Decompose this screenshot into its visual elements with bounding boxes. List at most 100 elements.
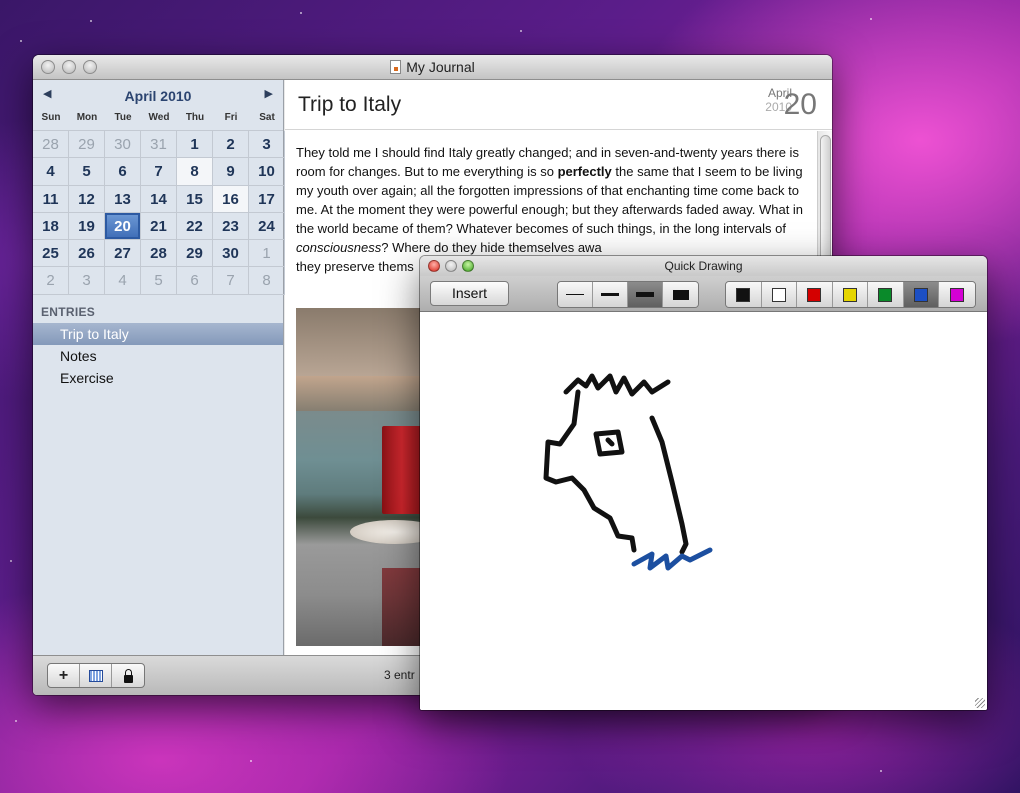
quick-drawing-window: Quick Drawing Insert bbox=[420, 256, 987, 710]
calendar-day[interactable]: 31 bbox=[141, 131, 177, 159]
swatch-green bbox=[878, 287, 893, 302]
scrollbar-thumb[interactable] bbox=[820, 135, 831, 265]
drawing-toolbar: Insert bbox=[420, 276, 987, 312]
calendar-day[interactable]: 30 bbox=[213, 240, 249, 268]
add-entry-button[interactable]: + bbox=[48, 664, 80, 687]
calendar-grid: 28 29 30 31 1 2 3 4 5 6 7 8 9 10 11 12 13 14 15 16 17 18 19 20 2… bbox=[33, 130, 285, 295]
calendar-day[interactable]: 14 bbox=[141, 185, 177, 213]
bottom-button-group: + bbox=[47, 663, 145, 688]
star-dot bbox=[880, 770, 882, 772]
calendar-day[interactable]: 17 bbox=[249, 185, 285, 213]
calendar-day[interactable]: 3 bbox=[69, 267, 105, 295]
star-dot bbox=[15, 720, 17, 722]
calendar-day[interactable]: 1 bbox=[249, 240, 285, 268]
entry-item-exercise[interactable]: Exercise bbox=[33, 367, 283, 389]
calendar-day[interactable]: 25 bbox=[33, 240, 69, 268]
calendar-day[interactable]: 22 bbox=[177, 212, 213, 241]
entry-date-day: 20 bbox=[783, 88, 817, 121]
calendar-day[interactable]: 6 bbox=[177, 267, 213, 295]
calendar-day[interactable]: 8 bbox=[249, 267, 285, 295]
calendar-day[interactable]: 29 bbox=[177, 240, 213, 268]
calendar-day[interactable]: 5 bbox=[69, 158, 105, 186]
calendar-day[interactable]: 16 bbox=[213, 185, 249, 213]
color-red-button[interactable] bbox=[797, 282, 833, 307]
star-dot bbox=[10, 560, 12, 562]
calendar-day[interactable]: 6 bbox=[105, 158, 141, 186]
calendar-day[interactable]: 19 bbox=[69, 212, 105, 241]
window-title: My Journal bbox=[33, 59, 832, 75]
calendar-day[interactable]: 7 bbox=[213, 267, 249, 295]
calendar-day[interactable]: 28 bbox=[141, 240, 177, 268]
quick-drawing-title: Quick Drawing bbox=[664, 259, 743, 273]
calendar-day[interactable]: 13 bbox=[105, 185, 141, 213]
calendar-icon bbox=[88, 669, 103, 682]
insert-button[interactable]: Insert bbox=[430, 281, 509, 306]
calendar-day[interactable]: 9 bbox=[213, 158, 249, 186]
calendar-day[interactable]: 2 bbox=[213, 131, 249, 159]
document-icon bbox=[390, 60, 402, 74]
sidebar: ◀ April 2010 ▶ Sun Mon Tue Wed Thu Fri S… bbox=[33, 80, 285, 655]
weekday-label: Fri bbox=[224, 112, 238, 123]
star-dot bbox=[870, 18, 872, 20]
entry-photo[interactable] bbox=[296, 308, 426, 646]
color-black-button[interactable] bbox=[726, 282, 762, 307]
swatch-white bbox=[771, 287, 786, 302]
journal-titlebar[interactable]: My Journal bbox=[33, 55, 832, 80]
star-dot bbox=[20, 40, 22, 42]
calendar-day[interactable]: 1 bbox=[177, 131, 213, 159]
calendar-day[interactable]: 27 bbox=[105, 240, 141, 268]
sketch-face-profile bbox=[543, 389, 637, 553]
calendar-day[interactable]: 2 bbox=[33, 267, 69, 295]
calendar-day[interactable]: 8 bbox=[177, 158, 213, 186]
color-green-button[interactable] bbox=[868, 282, 904, 307]
calendar-day[interactable]: 12 bbox=[69, 185, 105, 213]
lock-button[interactable] bbox=[112, 664, 144, 687]
calendar-header: ◀ April 2010 ▶ bbox=[33, 80, 283, 110]
entry-title[interactable]: Trip to Italy bbox=[298, 93, 401, 117]
swatch-yellow bbox=[842, 287, 857, 302]
weekday-label: Thu bbox=[185, 112, 205, 123]
calendar-day[interactable]: 11 bbox=[33, 185, 69, 213]
calendar-day[interactable]: 18 bbox=[33, 212, 69, 241]
calendar-view-button[interactable] bbox=[80, 664, 112, 687]
calendar-day[interactable]: 29 bbox=[69, 131, 105, 159]
color-yellow-button[interactable] bbox=[832, 282, 868, 307]
color-white-button[interactable] bbox=[761, 282, 797, 307]
weekday-label: Wed bbox=[148, 112, 170, 123]
calendar-day[interactable]: 3 bbox=[249, 131, 285, 159]
weekday-label: Sun bbox=[41, 112, 61, 123]
calendar-day[interactable]: 21 bbox=[141, 212, 177, 241]
calendar-day[interactable]: 26 bbox=[69, 240, 105, 268]
entry-item-trip-to-italy[interactable]: Trip to Italy bbox=[33, 322, 283, 345]
calendar-day[interactable]: 4 bbox=[33, 158, 69, 186]
calendar-day[interactable]: 15 bbox=[177, 185, 213, 213]
calendar-day[interactable]: 5 bbox=[141, 267, 177, 295]
color-blue-button[interactable] bbox=[903, 282, 939, 307]
calendar-day[interactable]: 10 bbox=[249, 158, 285, 186]
calendar-day[interactable]: 4 bbox=[105, 267, 141, 295]
entry-date: 20 bbox=[784, 88, 817, 122]
stroke-extra-thick-button[interactable] bbox=[663, 282, 698, 307]
stroke-extra-thick-icon bbox=[672, 289, 689, 300]
stroke-medium-button[interactable] bbox=[593, 282, 628, 307]
drawing-canvas[interactable] bbox=[420, 312, 987, 710]
calendar-day[interactable]: 20 bbox=[105, 212, 141, 241]
entry-header: Trip to Italy April 2010 20 bbox=[285, 80, 832, 130]
stroke-thick-button[interactable] bbox=[628, 282, 663, 307]
calendar-day[interactable]: 7 bbox=[141, 158, 177, 186]
entry-scrollbar[interactable] bbox=[817, 131, 832, 271]
stroke-thin-button[interactable] bbox=[558, 282, 593, 307]
entry-item-notes[interactable]: Notes bbox=[33, 345, 283, 367]
calendar-day[interactable]: 23 bbox=[213, 212, 249, 241]
sketch-pupil bbox=[605, 437, 615, 447]
weekday-label: Mon bbox=[76, 112, 98, 123]
next-month-arrow-icon[interactable]: ▶ bbox=[265, 87, 273, 100]
color-magenta-button[interactable] bbox=[939, 282, 975, 307]
swatch-blue bbox=[913, 287, 928, 302]
calendar-day[interactable]: 28 bbox=[33, 131, 69, 159]
quick-drawing-titlebar[interactable]: Quick Drawing bbox=[420, 256, 987, 276]
calendar-day[interactable]: 30 bbox=[105, 131, 141, 159]
weekday-label: Sat bbox=[259, 112, 275, 123]
calendar-day[interactable]: 24 bbox=[249, 212, 285, 241]
resize-grip-icon[interactable] bbox=[975, 698, 985, 708]
